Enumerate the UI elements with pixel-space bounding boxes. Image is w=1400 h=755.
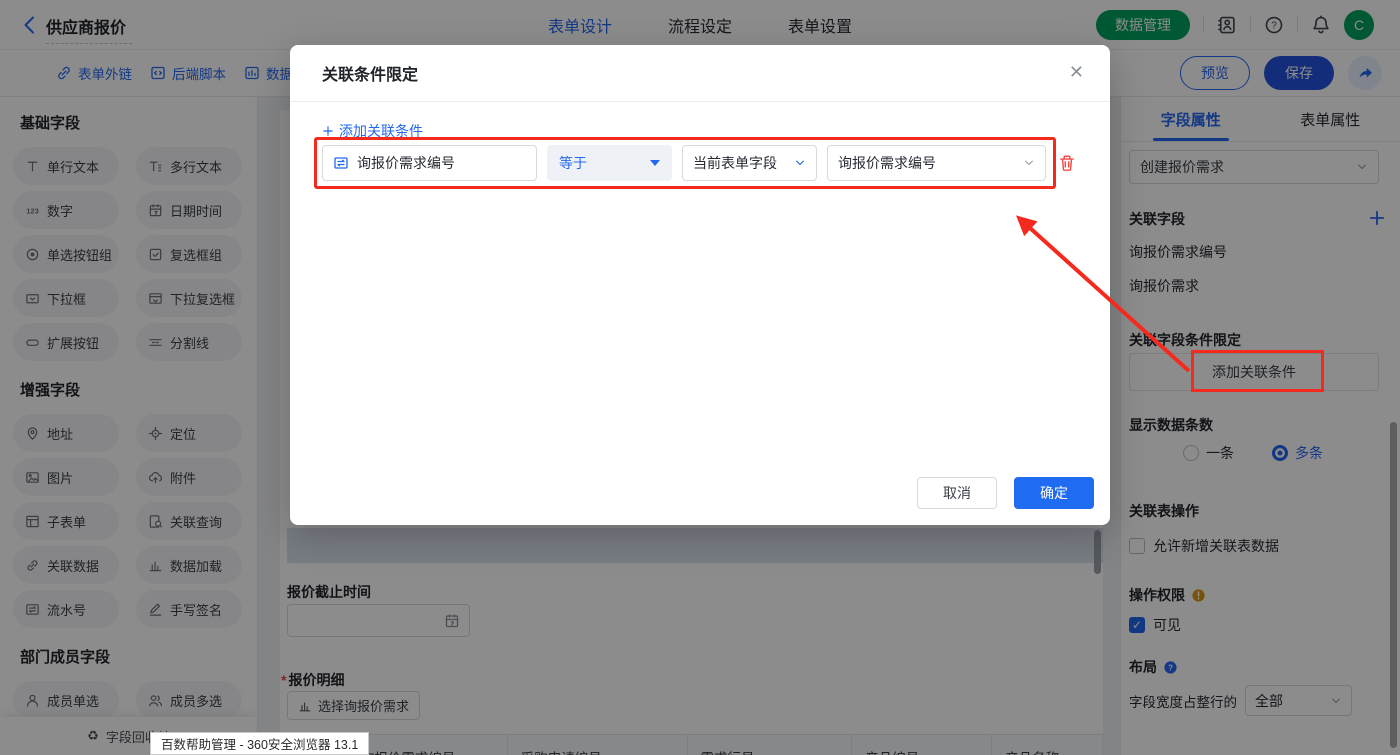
confirm-button[interactable]: 确定 bbox=[1014, 477, 1094, 509]
add-condition-link[interactable]: 添加关联条件 bbox=[322, 121, 423, 141]
add-condition-link-label: 添加关联条件 bbox=[339, 121, 423, 141]
source-select[interactable]: 当前表单字段 bbox=[682, 145, 817, 181]
modal-header: 关联条件限定 ✕ bbox=[290, 45, 1110, 102]
source-value: 当前表单字段 bbox=[693, 153, 777, 173]
trash-icon[interactable] bbox=[1058, 154, 1076, 172]
close-icon[interactable]: ✕ bbox=[1069, 63, 1084, 81]
app-window: 供应商报价 表单设计流程设定表单设置 数据管理 ? C 表单外链后端脚本数据 预… bbox=[0, 0, 1400, 755]
serial-field-icon bbox=[333, 155, 349, 171]
condition-modal: 关联条件限定 ✕ 添加关联条件 询报价需求编号 等于 当前表单字段 询报价需求编… bbox=[290, 45, 1110, 525]
operator-select[interactable]: 等于 bbox=[547, 145, 672, 181]
browser-status-tooltip: 百数帮助管理 - 360安全浏览器 13.1 bbox=[150, 732, 369, 755]
plus-icon bbox=[322, 125, 334, 137]
condition-field-box[interactable]: 询报价需求编号 bbox=[322, 145, 537, 181]
modal-title: 关联条件限定 bbox=[322, 61, 418, 85]
cancel-button[interactable]: 取消 bbox=[917, 477, 997, 509]
value-select[interactable]: 询报价需求编号 bbox=[827, 145, 1046, 181]
value-value: 询报价需求编号 bbox=[838, 153, 936, 173]
condition-row: 询报价需求编号 等于 当前表单字段 询报价需求编号 bbox=[322, 145, 1076, 181]
chevron-down-icon bbox=[1023, 157, 1035, 169]
modal-footer: 取消 确定 bbox=[917, 477, 1094, 509]
operator-value: 等于 bbox=[559, 153, 587, 173]
condition-field-value: 询报价需求编号 bbox=[357, 153, 455, 173]
chevron-down-icon bbox=[794, 157, 806, 169]
caret-down-icon bbox=[650, 160, 660, 166]
